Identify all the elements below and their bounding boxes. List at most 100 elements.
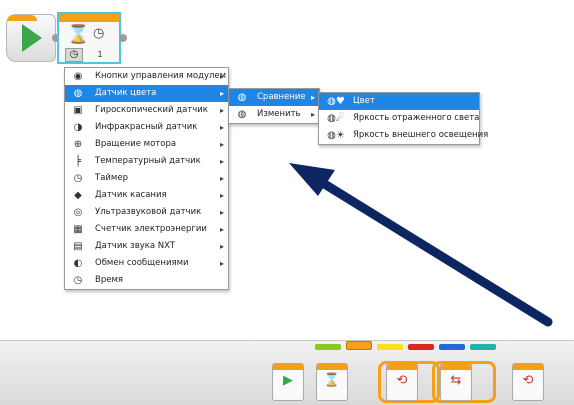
menu-item-sound-sensor[interactable]: ▤ Датчик звука NXT ▸ bbox=[65, 238, 228, 255]
menu-item-label: Счетчик электроэнергии bbox=[95, 224, 207, 234]
timer-icon: ◷ bbox=[73, 173, 83, 184]
temperature-sensor-icon: ╞ bbox=[74, 156, 82, 167]
time-icon: ◷ bbox=[73, 275, 83, 286]
compare-icon: ◍ bbox=[237, 92, 247, 103]
brick-buttons-icon: ◉ bbox=[73, 71, 83, 82]
menu-item-messaging[interactable]: ◐ Обмен сообщениями ▸ bbox=[65, 255, 228, 272]
menu-item-energy-meter[interactable]: ▦ Счетчик электроэнергии ▸ bbox=[65, 221, 228, 238]
menu-item-label: Инфракрасный датчик bbox=[95, 122, 198, 132]
color-sensor-icon: ◍ bbox=[73, 88, 83, 99]
wait-block[interactable]: ⌛ ◷ ◷ 1 bbox=[57, 12, 121, 64]
submenu-arrow-icon: ▸ bbox=[219, 259, 224, 268]
menu-item-temperature-sensor[interactable]: ╞ Температурный датчик ▸ bbox=[65, 153, 228, 170]
menu-item-brick-buttons[interactable]: ◉ Кнопки управления модулем ▸ bbox=[65, 68, 228, 85]
submenu-arrow-icon: ▸ bbox=[219, 242, 224, 251]
loop-interrupt-block[interactable]: ⟲ bbox=[512, 363, 544, 401]
compare-submenu: ◍♥ Цвет ◍☄ Яркость отраженного света ◍☀ Яркос… bbox=[318, 92, 488, 145]
timer-icon: ◷ bbox=[93, 26, 105, 41]
palette-tab-myblocks[interactable] bbox=[470, 344, 496, 350]
messaging-icon: ◐ bbox=[73, 258, 83, 269]
ultrasonic-sensor-icon: ◎ bbox=[73, 207, 83, 218]
submenu-arrow-icon: ▸ bbox=[310, 110, 315, 119]
menu-item-ambient-light[interactable]: ◍☀ Яркость внешнего освещения bbox=[319, 127, 488, 144]
menu-item-label: Датчик цвета bbox=[95, 88, 157, 98]
loop-block-icon: ⟲ bbox=[396, 373, 408, 388]
wait-time-input[interactable]: 1 bbox=[91, 48, 109, 62]
wait-mode-selector[interactable]: ◷ bbox=[65, 48, 83, 62]
start-block-icon: ▶ bbox=[283, 373, 293, 388]
submenu-arrow-icon: ▸ bbox=[219, 72, 224, 81]
infrared-sensor-icon: ◑ bbox=[73, 122, 83, 133]
wait-block-header bbox=[59, 14, 119, 22]
menu-item-motor-rotation[interactable]: ⊕ Вращение мотора ▸ bbox=[65, 136, 228, 153]
reflected-light-icon: ◍☄ bbox=[327, 113, 345, 124]
wait-block-icon: ⌛ bbox=[323, 373, 341, 388]
menu-item-label: Датчик касания bbox=[95, 190, 167, 200]
palette-tab-sensor[interactable] bbox=[377, 344, 403, 350]
sequence-plug-right bbox=[119, 34, 127, 42]
hourglass-icon: ⌛ bbox=[67, 24, 90, 45]
motor-rotation-icon: ⊕ bbox=[73, 139, 83, 150]
submenu-arrow-icon: ▸ bbox=[219, 225, 224, 234]
ambient-light-icon: ◍☀ bbox=[327, 130, 345, 141]
menu-item-ultrasonic-sensor[interactable]: ◎ Ультразвуковой датчик ▸ bbox=[65, 204, 228, 221]
menu-item-label: Вращение мотора bbox=[95, 139, 177, 149]
menu-item-label: Яркость отраженного света bbox=[353, 113, 480, 123]
menu-item-label: Гироскопический датчик bbox=[95, 105, 208, 115]
menu-item-reflected-light[interactable]: ◍☄ Яркость отраженного света bbox=[319, 110, 479, 127]
start-block[interactable] bbox=[6, 14, 56, 62]
menu-item-label: Сравнение bbox=[257, 92, 306, 102]
menu-item-label: Обмен сообщениями bbox=[95, 258, 189, 268]
switch-block[interactable]: ⇆ bbox=[440, 363, 472, 401]
touch-sensor-icon: ◆ bbox=[74, 190, 82, 201]
wait-block[interactable]: ⌛ bbox=[316, 363, 348, 401]
menu-item-change[interactable]: ◍ Изменить ▸ bbox=[229, 106, 319, 123]
switch-block-icon: ⇆ bbox=[450, 373, 462, 388]
loop-interrupt-block-icon: ⟲ bbox=[522, 373, 534, 388]
menu-item-touch-sensor[interactable]: ◆ Датчик касания ▸ bbox=[65, 187, 228, 204]
menu-item-infrared-sensor[interactable]: ◑ Инфракрасный датчик ▸ bbox=[65, 119, 228, 136]
color-icon: ◍♥ bbox=[327, 96, 345, 107]
menu-item-label: Таймер bbox=[95, 173, 128, 183]
menu-item-label: Ультразвуковой датчик bbox=[95, 207, 202, 217]
submenu-arrow-icon: ▸ bbox=[310, 93, 315, 102]
palette-tab-data[interactable] bbox=[408, 344, 434, 350]
sound-sensor-icon: ▤ bbox=[73, 241, 83, 252]
loop-block[interactable]: ⟲ bbox=[386, 363, 418, 401]
gyro-sensor-icon: ▣ bbox=[73, 105, 83, 116]
block-header bbox=[273, 364, 303, 370]
menu-item-label: Кнопки управления модулем bbox=[95, 71, 227, 81]
start-block-tab bbox=[7, 15, 37, 21]
menu-item-color[interactable]: ◍♥ Цвет bbox=[319, 93, 479, 110]
palette-tab-action[interactable] bbox=[315, 344, 341, 350]
palette-tab-flow[interactable] bbox=[346, 341, 372, 350]
energy-meter-icon: ▦ bbox=[73, 224, 83, 235]
submenu-arrow-icon: ▸ bbox=[219, 89, 224, 98]
menu-item-timer[interactable]: ◷ Таймер ▸ bbox=[65, 170, 228, 187]
menu-item-label: Яркость внешнего освещения bbox=[353, 130, 489, 140]
menu-item-time[interactable]: ◷ Время bbox=[65, 272, 228, 289]
menu-item-gyro-sensor[interactable]: ▣ Гироскопический датчик ▸ bbox=[65, 102, 228, 119]
submenu-arrow-icon: ▸ bbox=[219, 123, 224, 132]
submenu-arrow-icon: ▸ bbox=[219, 191, 224, 200]
start-block[interactable]: ▶ bbox=[272, 363, 304, 401]
wait-mode-menu: ◉ Кнопки управления модулем ▸ ◍ Датчик цвета… bbox=[64, 67, 229, 290]
block-header bbox=[387, 364, 417, 370]
menu-item-compare[interactable]: ◍ Сравнение ▸ bbox=[229, 89, 319, 106]
menu-item-label: Цвет bbox=[353, 96, 375, 106]
submenu-arrow-icon: ▸ bbox=[219, 140, 224, 149]
submenu-arrow-icon: ▸ bbox=[219, 174, 224, 183]
menu-item-label: Температурный датчик bbox=[95, 156, 201, 166]
play-icon bbox=[22, 24, 42, 52]
block-header bbox=[441, 364, 471, 370]
block-header bbox=[317, 364, 347, 370]
menu-item-color-sensor[interactable]: ◍ Датчик цвета ▸ bbox=[65, 85, 228, 102]
submenu-arrow-icon: ▸ bbox=[219, 157, 224, 166]
menu-item-label: Датчик звука NXT bbox=[95, 241, 176, 251]
programming-palette: ▶ ⌛ ⟲ ⇆ ⟲ bbox=[0, 340, 574, 405]
submenu-arrow-icon: ▸ bbox=[219, 106, 224, 115]
submenu-arrow-icon: ▸ bbox=[219, 208, 224, 217]
palette-tab-advanced[interactable] bbox=[439, 344, 465, 350]
block-header bbox=[513, 364, 543, 370]
menu-item-label: Изменить bbox=[257, 109, 301, 119]
